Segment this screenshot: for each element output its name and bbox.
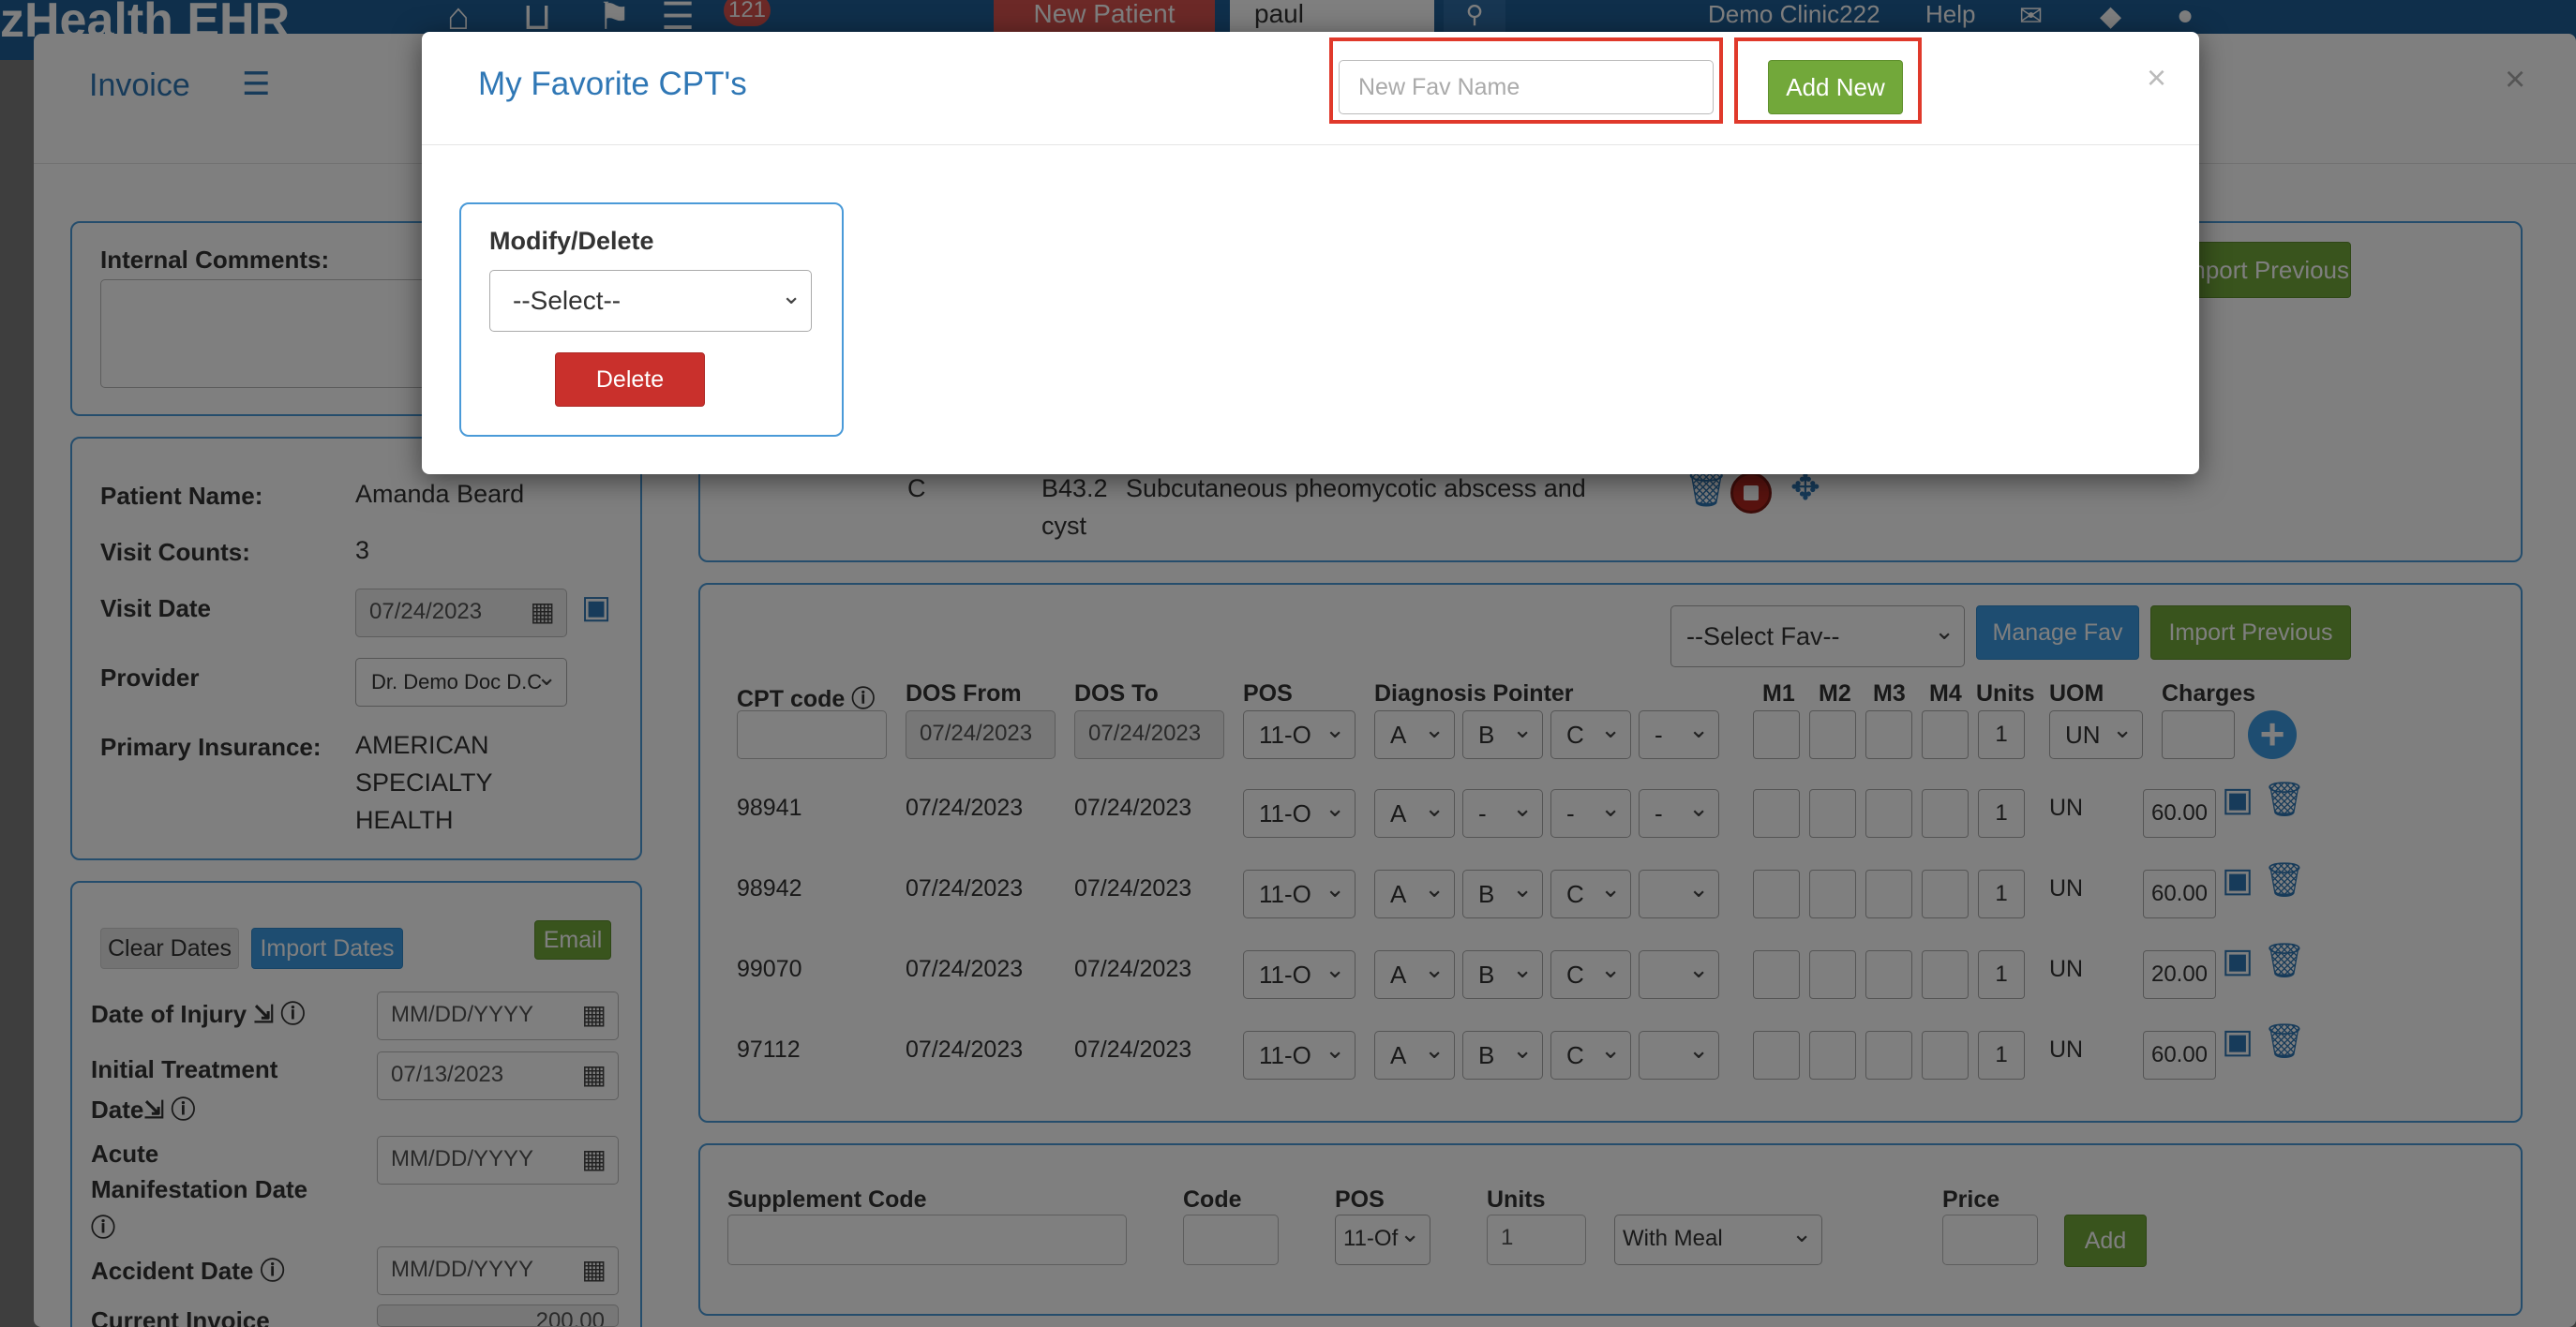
add-new-button[interactable]: Add New	[1768, 60, 1903, 114]
new-fav-name-input[interactable]: New Fav Name	[1339, 60, 1714, 114]
favorite-cpt-title: My Favorite CPT's	[478, 66, 747, 102]
divider	[422, 144, 2199, 145]
modify-delete-label: Modify/Delete	[489, 227, 654, 255]
close-icon[interactable]: ×	[2147, 58, 2166, 97]
delete-button[interactable]: Delete	[555, 352, 705, 407]
fav-select-dropdown[interactable]: --Select--	[489, 270, 812, 332]
